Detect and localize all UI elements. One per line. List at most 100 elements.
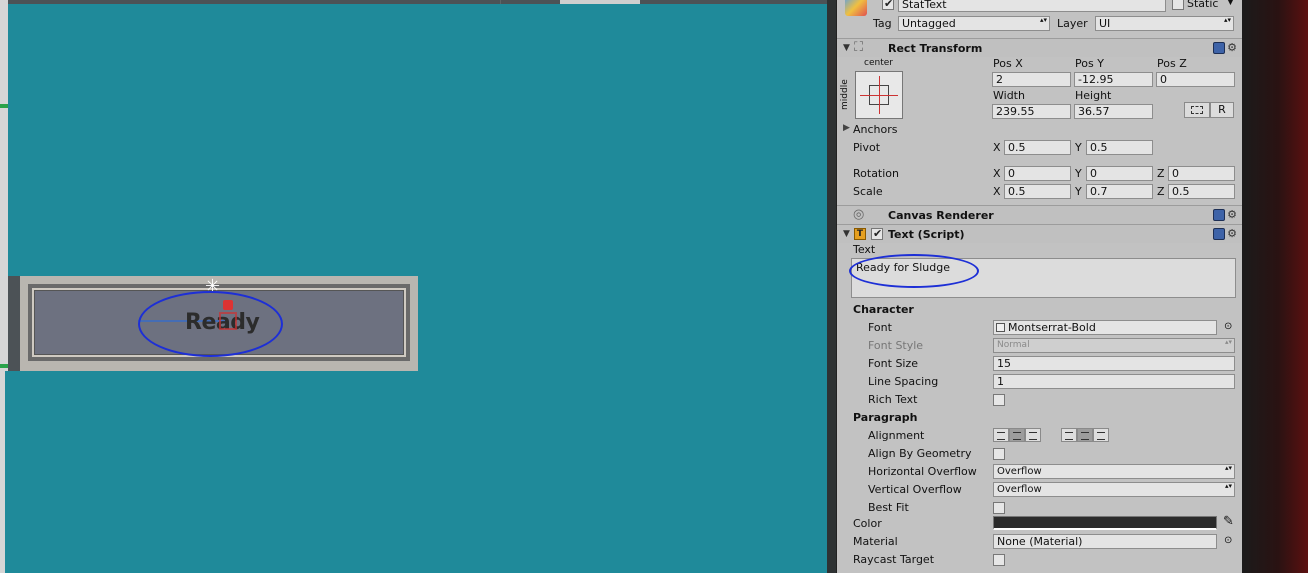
canvas-backdrop-bottom — [5, 371, 827, 573]
font-size-field[interactable]: 15 — [993, 356, 1235, 371]
material-label: Material — [853, 535, 898, 548]
rich-text-checkbox[interactable] — [993, 394, 1005, 406]
pos-y-field[interactable]: -12.95 — [1074, 72, 1153, 87]
width-label: Width — [993, 89, 1025, 102]
scale-label: Scale — [853, 185, 883, 198]
object-picker-icon[interactable]: ⊙ — [1224, 535, 1232, 546]
anchor-preset-button[interactable] — [855, 71, 903, 119]
scale-y-field[interactable]: 0.7 — [1086, 184, 1153, 199]
green-marker — [0, 104, 8, 108]
align-top-icon[interactable] — [1061, 428, 1077, 442]
text-script-header[interactable]: ▼ T Text (Script) ⚙ — [837, 224, 1242, 243]
align-geometry-checkbox[interactable] — [993, 448, 1005, 460]
anchor-v-label: middle — [840, 79, 850, 110]
font-field[interactable]: Montserrat-Bold — [993, 320, 1217, 335]
gear-icon[interactable]: ⚙ — [1227, 42, 1237, 54]
help-book-icon[interactable] — [1213, 42, 1226, 54]
gear-icon[interactable]: ⚙ — [1227, 209, 1237, 221]
align-left-icon[interactable] — [993, 428, 1009, 442]
font-asset-icon — [996, 323, 1005, 332]
canvas-renderer-header[interactable]: ◎ Canvas Renderer ⚙ — [837, 205, 1242, 224]
object-name-field[interactable]: StatText — [898, 0, 1166, 12]
tag-label: Tag — [873, 17, 892, 30]
character-section-label: Character — [853, 303, 914, 316]
active-checkbox[interactable] — [882, 0, 894, 10]
pivot-y-field[interactable]: 0.5 — [1086, 140, 1153, 155]
anchors-fold-icon[interactable]: ▶ — [843, 123, 850, 133]
rot-z-field[interactable]: 0 — [1168, 166, 1235, 181]
static-checkbox[interactable] — [1172, 0, 1184, 10]
align-bottom-icon[interactable] — [1093, 428, 1109, 442]
rot-x-axis: X — [993, 167, 1001, 180]
layer-label: Layer — [1057, 17, 1088, 30]
rot-y-field[interactable]: 0 — [1086, 166, 1153, 181]
pivot-x-field[interactable]: 0.5 — [1004, 140, 1071, 155]
scale-x-axis: X — [993, 185, 1001, 198]
pos-y-label: Pos Y — [1075, 57, 1104, 70]
scene-right-edge — [827, 0, 836, 573]
color-label: Color — [853, 517, 882, 530]
tag-dropdown[interactable]: Untagged — [898, 16, 1050, 31]
gear-icon[interactable]: ⚙ — [1227, 228, 1237, 240]
scale-x-field[interactable]: 0.5 — [1004, 184, 1071, 199]
pos-z-field[interactable]: 0 — [1156, 72, 1235, 87]
h-overflow-dropdown[interactable]: Overflow — [993, 464, 1235, 479]
pivot-y-axis: Y — [1075, 141, 1082, 154]
text-script-title: Text (Script) — [888, 228, 965, 241]
pos-z-label: Pos Z — [1157, 57, 1187, 70]
v-overflow-dropdown[interactable]: Overflow — [993, 482, 1235, 497]
layer-dropdown[interactable]: UI — [1095, 16, 1234, 31]
rect-transform-icon: ⛶ — [854, 40, 864, 55]
blueprint-icon — [1191, 106, 1203, 114]
align-center-icon[interactable] — [1009, 428, 1025, 442]
annotation-circle — [138, 291, 283, 357]
static-label: Static — [1187, 0, 1219, 10]
static-dropdown-icon[interactable]: ▼ — [1227, 0, 1234, 7]
align-middle-icon[interactable] — [1077, 428, 1093, 442]
font-label: Font — [868, 321, 892, 334]
object-picker-icon[interactable]: ⊙ — [1224, 321, 1232, 332]
line-spacing-field[interactable]: 1 — [993, 374, 1235, 389]
scene-view[interactable]: ✳ Ready — [0, 0, 836, 573]
canvas-backdrop-right — [418, 276, 827, 371]
scale-y-axis: Y — [1075, 185, 1082, 198]
color-swatch[interactable] — [993, 516, 1217, 530]
h-overflow-label: Horizontal Overflow — [868, 465, 977, 478]
font-style-dropdown[interactable]: Normal — [993, 338, 1235, 353]
material-field[interactable]: None (Material) — [993, 534, 1217, 549]
width-field[interactable]: 239.55 — [992, 104, 1071, 119]
scale-z-field[interactable]: 0.5 — [1168, 184, 1235, 199]
help-book-icon[interactable] — [1213, 228, 1226, 240]
fold-arrow-icon[interactable]: ▼ — [843, 229, 850, 239]
height-label: Height — [1075, 89, 1112, 102]
green-marker — [0, 364, 8, 368]
best-fit-checkbox[interactable] — [993, 502, 1005, 514]
inspector-panel: StatText Static ▼ Tag Untagged Layer UI … — [836, 0, 1242, 573]
eyedropper-icon[interactable]: ✎ — [1223, 514, 1234, 529]
align-geometry-label: Align By Geometry — [868, 447, 972, 460]
blueprint-mode-button[interactable] — [1184, 102, 1210, 118]
raycast-label: Raycast Target — [853, 553, 935, 566]
rect-transform-header[interactable]: ▼ ⛶ Rect Transform ⚙ — [837, 38, 1242, 57]
anchors-label[interactable]: Anchors — [853, 123, 898, 136]
text-script-icon: T — [854, 228, 866, 240]
paragraph-section-label: Paragraph — [853, 411, 918, 424]
height-field[interactable]: 36.57 — [1074, 104, 1153, 119]
help-book-icon[interactable] — [1213, 209, 1226, 221]
rot-x-field[interactable]: 0 — [1004, 166, 1071, 181]
pivot-x-axis: X — [993, 141, 1001, 154]
canvas-backdrop-top — [8, 4, 827, 276]
pos-x-field[interactable]: 2 — [992, 72, 1071, 87]
rect-transform-title: Rect Transform — [888, 42, 983, 55]
pos-x-label: Pos X — [993, 57, 1023, 70]
text-enabled-checkbox[interactable] — [871, 227, 883, 240]
rotation-label: Rotation — [853, 167, 900, 180]
annotation-circle — [849, 254, 979, 288]
raycast-checkbox[interactable] — [993, 554, 1005, 566]
anchor-hline — [860, 95, 898, 96]
font-size-label: Font Size — [868, 357, 919, 370]
align-right-icon[interactable] — [1025, 428, 1041, 442]
raw-edit-button[interactable]: R — [1210, 102, 1234, 118]
rot-z-axis: Z — [1157, 167, 1165, 180]
fold-arrow-icon[interactable]: ▼ — [843, 43, 850, 53]
